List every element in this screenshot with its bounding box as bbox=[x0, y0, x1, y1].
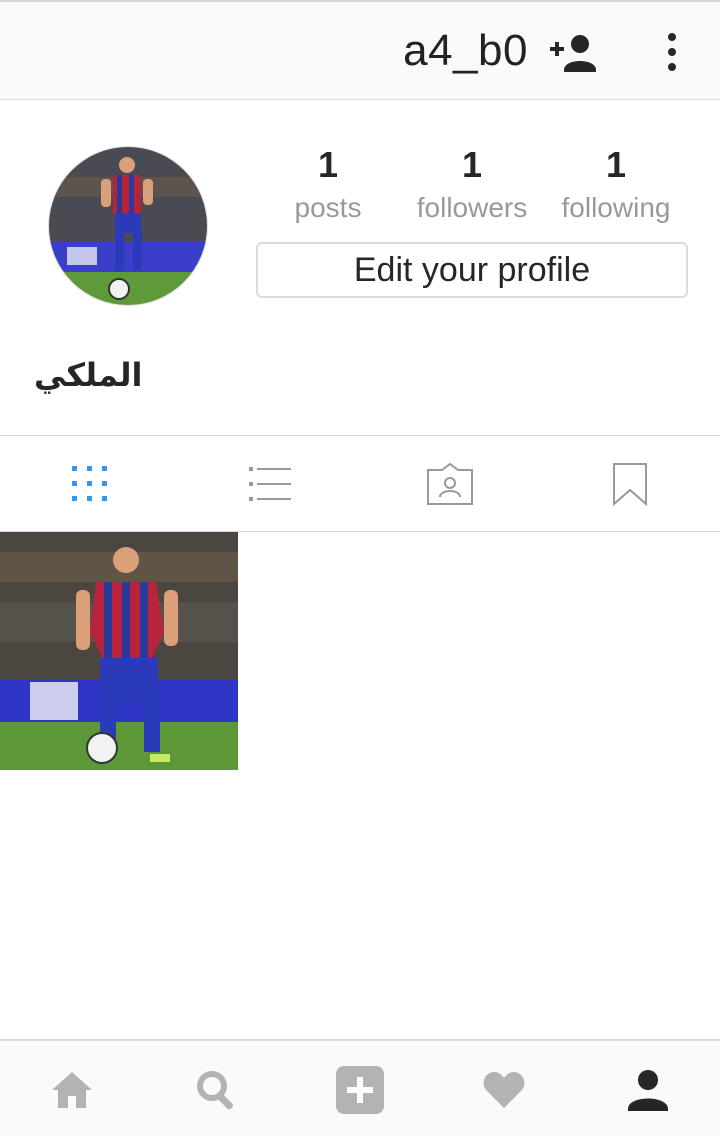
profile-screen: a4_b0 1 posts 1 followers 1 following Ed… bbox=[0, 0, 720, 1136]
top-bar: a4_b0 bbox=[0, 0, 720, 100]
person-icon bbox=[628, 1069, 668, 1111]
list-icon bbox=[249, 467, 291, 501]
tab-saved[interactable] bbox=[540, 436, 720, 532]
posts-count: 1 bbox=[317, 144, 339, 185]
tagged-photo-icon bbox=[427, 462, 473, 505]
nav-search[interactable] bbox=[144, 1041, 288, 1136]
edit-profile-button[interactable]: Edit your profile bbox=[256, 242, 688, 298]
add-user-button[interactable] bbox=[548, 30, 604, 76]
bottom-navigation bbox=[0, 1039, 720, 1136]
plus-square-icon bbox=[336, 1065, 384, 1114]
nav-home[interactable] bbox=[0, 1041, 144, 1136]
followers-label: followers bbox=[416, 192, 528, 223]
vertical-dots-icon bbox=[668, 33, 676, 71]
profile-view-tabs bbox=[0, 435, 720, 532]
profile-display-name: الملكي bbox=[34, 356, 143, 394]
followers-count: 1 bbox=[461, 144, 483, 185]
followers-stat[interactable]: 1 followers bbox=[400, 140, 544, 226]
tab-list-view[interactable] bbox=[180, 436, 360, 532]
post-thumbnail[interactable] bbox=[0, 532, 238, 770]
following-stat[interactable]: 1 following bbox=[544, 140, 688, 226]
avatar-photo bbox=[49, 147, 207, 305]
nav-new-post[interactable] bbox=[288, 1041, 432, 1136]
bookmark-icon bbox=[613, 463, 647, 506]
grid-icon bbox=[72, 466, 107, 501]
nav-activity[interactable] bbox=[432, 1041, 576, 1136]
profile-username: a4_b0 bbox=[403, 26, 528, 75]
add-person-icon bbox=[550, 35, 596, 72]
post-photo bbox=[0, 532, 238, 770]
posts-stat[interactable]: 1 posts bbox=[256, 140, 400, 226]
tab-tagged[interactable] bbox=[360, 436, 540, 532]
heart-icon bbox=[483, 1071, 525, 1108]
nav-profile[interactable] bbox=[576, 1041, 720, 1136]
following-count: 1 bbox=[605, 144, 627, 185]
profile-stats: 1 posts 1 followers 1 following bbox=[256, 140, 688, 232]
home-icon bbox=[52, 1071, 92, 1108]
search-icon bbox=[197, 1070, 233, 1109]
tab-grid-view[interactable] bbox=[0, 436, 180, 532]
posts-label: posts bbox=[294, 192, 362, 223]
following-label: following bbox=[561, 192, 671, 223]
profile-avatar[interactable] bbox=[48, 146, 208, 306]
more-options-button[interactable] bbox=[656, 30, 688, 76]
